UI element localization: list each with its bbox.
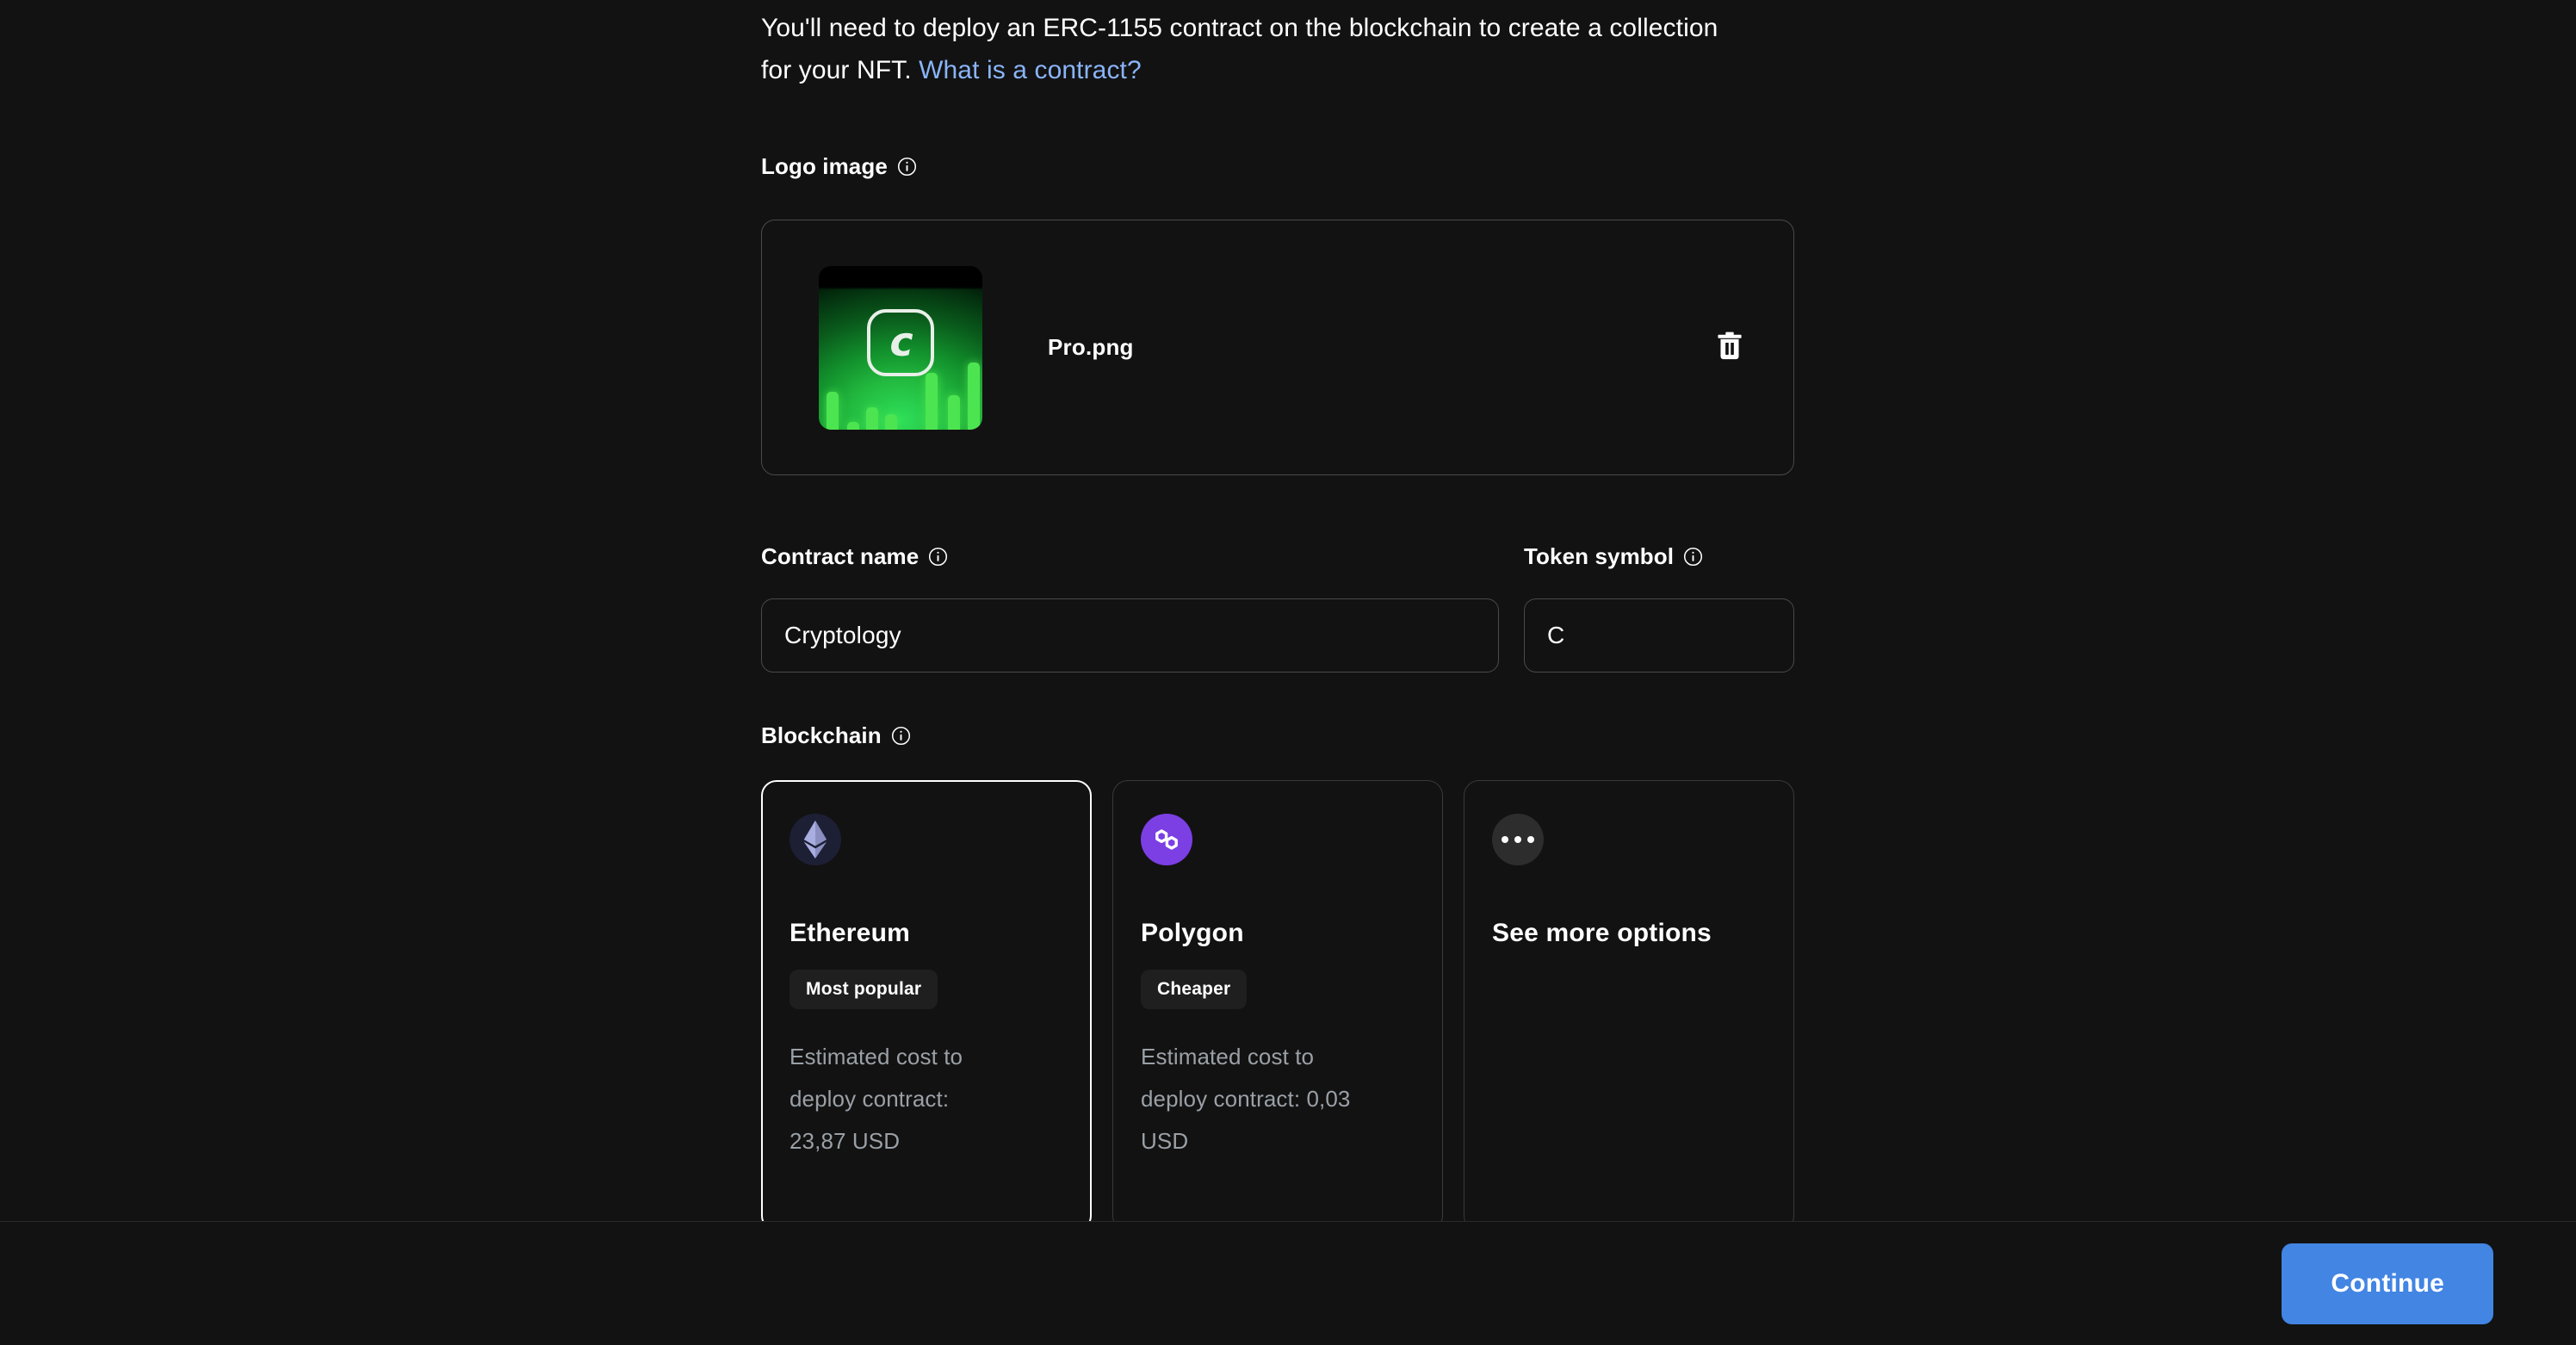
blockchain-cost-value: 23,87 USD — [790, 1128, 901, 1154]
logo-mark-letter: c — [889, 318, 913, 365]
blockchain-label-row: Blockchain — [761, 722, 1794, 749]
blockchain-badge: Most popular — [790, 970, 938, 1009]
blockchain-card-polygon[interactable]: Polygon Cheaper Estimated cost to deploy… — [1112, 780, 1443, 1231]
delete-logo-button[interactable] — [1706, 324, 1754, 372]
info-icon[interactable] — [928, 547, 948, 567]
blockchain-cost-label: Estimated cost to deploy contract: — [1141, 1044, 1315, 1112]
token-symbol-input[interactable] — [1524, 598, 1794, 672]
info-icon[interactable] — [891, 726, 911, 746]
ellipsis-icon — [1492, 814, 1544, 865]
info-icon[interactable] — [1683, 547, 1703, 567]
logo-thumbnail: c — [819, 265, 982, 430]
blockchain-card-ethereum[interactable]: Ethereum Most popular Estimated cost to … — [761, 780, 1092, 1231]
footer-bar: Continue — [0, 1222, 2576, 1345]
logo-image-label-row: Logo image — [761, 153, 1794, 180]
contract-name-field: Contract name — [761, 543, 1499, 672]
intro-paragraph: You'll need to deploy an ERC-1155 contra… — [761, 0, 1725, 91]
info-icon[interactable] — [897, 157, 917, 177]
blockchain-card-see-more[interactable]: See more options — [1464, 780, 1794, 1231]
form-content: You'll need to deploy an ERC-1155 contra… — [761, 0, 1794, 1231]
blockchain-card-list: Ethereum Most popular Estimated cost to … — [761, 780, 1794, 1231]
ellipsis-dots — [1502, 836, 1534, 843]
trash-icon — [1715, 331, 1744, 364]
token-symbol-label-row: Token symbol — [1524, 543, 1794, 570]
intro-text: You'll need to deploy an ERC-1155 contra… — [761, 14, 1718, 84]
blockchain-name: See more options — [1492, 919, 1712, 947]
contract-name-label-row: Contract name — [761, 543, 1499, 570]
what-is-a-contract-link[interactable]: What is a contract? — [919, 56, 1142, 84]
logo-image-label: Logo image — [761, 153, 888, 179]
contract-name-label: Contract name — [761, 543, 920, 569]
logo-mark: c — [867, 308, 934, 376]
continue-button[interactable]: Continue — [2282, 1243, 2493, 1324]
ethereum-icon — [790, 814, 841, 865]
blockchain-label: Blockchain — [761, 722, 882, 748]
logo-upload-box[interactable]: c Pro.png — [761, 220, 1794, 475]
contract-name-input[interactable] — [761, 598, 1499, 672]
blockchain-cost-label: Estimated cost to deploy contract: — [790, 1044, 963, 1112]
blockchain-cost: Estimated cost to deploy contract: 0,03 … — [1141, 1036, 1356, 1162]
logo-filename: Pro.png — [1048, 334, 1134, 360]
contract-fields-row: Contract name Token symbol — [761, 543, 1794, 672]
blockchain-cost: Estimated cost to deploy contract: 23,87… — [790, 1036, 1005, 1162]
token-symbol-label: Token symbol — [1524, 543, 1675, 569]
polygon-icon — [1141, 814, 1192, 865]
blockchain-name: Ethereum — [790, 919, 910, 947]
blockchain-badge: Cheaper — [1141, 970, 1248, 1009]
token-symbol-field: Token symbol — [1524, 543, 1794, 672]
blockchain-name: Polygon — [1141, 919, 1244, 947]
logo-image-section: Logo image c Pro.png — [761, 153, 1794, 475]
create-contract-page: You'll need to deploy an ERC-1155 contra… — [0, 0, 2576, 1345]
blockchain-section: Blockchain Ethereum Most popular Estimat… — [761, 722, 1794, 1231]
